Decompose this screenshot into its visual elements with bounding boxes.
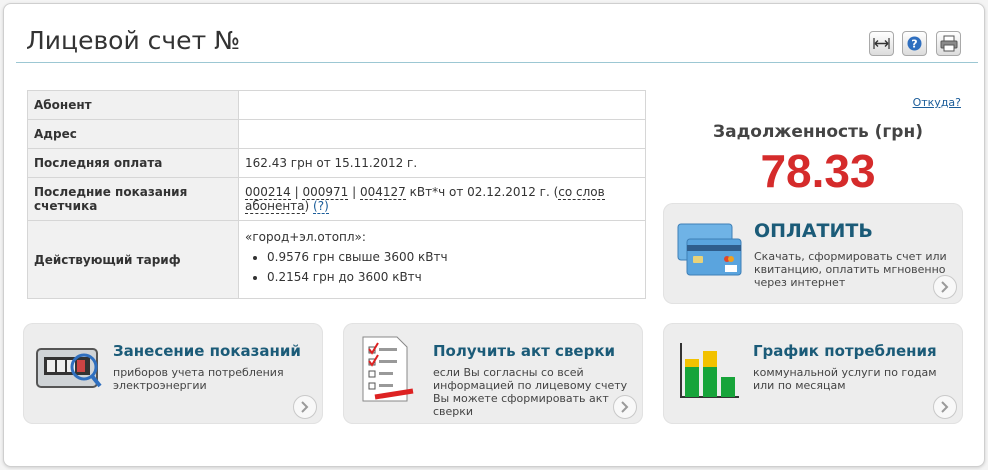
meter-icon [36,348,102,388]
debt-label: Задолженность (грн) [713,122,923,142]
table-row: Последние показания счетчика 000214 | 00… [27,177,646,221]
meter-readings-value: 000214 | 000971 | 004127 кВт*ч от 02.12.… [238,177,646,221]
readings-card-title: Занесение показаний [113,342,301,360]
reading-help-link[interactable]: (?) [313,199,329,214]
print-button[interactable] [936,31,961,56]
account-panel: Лицевой счет № ? Абонент Адрес Последняя… [3,3,985,467]
last-payment-value: 162.43 грн от 15.11.2012 г. [238,148,646,178]
page-title: Лицевой счет № [26,26,241,55]
consumption-chart-card[interactable]: График потребления коммунальной услуги п… [663,323,963,424]
debt-amount: 78.33 [760,145,876,197]
expand-icon [873,38,890,49]
reading-suffix: кВт*ч от 02.12.2012 г. ( [405,185,559,199]
svg-text:?: ? [911,38,917,51]
pay-card-text: Скачать, сформировать счет или квитанцию… [754,250,947,289]
pay-arrow-button[interactable] [933,275,957,299]
chart-arrow-button[interactable] [933,395,957,419]
reading-link-1[interactable]: 000214 [245,185,291,200]
row-label: Абонент [27,90,239,120]
act-arrow-button[interactable] [613,395,637,419]
title-divider [16,62,978,63]
subscriber-value [238,90,646,120]
row-label: Последняя оплата [27,148,239,178]
chart-card-title: График потребления [753,342,937,360]
act-card-title: Получить акт сверки [433,342,616,360]
credit-cards-icon [677,223,742,276]
list-item: 0.9576 грн свыше 3600 кВтч [267,250,639,264]
expand-button[interactable] [869,31,894,56]
tariff-name: «город+эл.отопл»: [245,229,366,244]
chevron-right-icon [301,401,309,413]
account-info-table: Абонент Адрес Последняя оплата 162.43 гр… [27,90,646,299]
document-checklist-icon [362,336,414,402]
readings-arrow-button[interactable] [293,395,317,419]
reading-separator: | [290,185,303,199]
debt-source-link[interactable]: Откуда? [913,96,961,109]
chart-card-text: коммунальной услуги по годам или по меся… [753,366,937,392]
chevron-right-icon [941,401,949,413]
table-row: Последняя оплата 162.43 грн от 15.11.201… [27,148,646,178]
reading-link-2[interactable]: 000971 [302,185,349,200]
table-row: Адрес [27,119,646,149]
row-label: Действующий тариф [27,220,239,299]
row-label: Адрес [27,119,239,149]
tariff-list: 0.9576 грн свыше 3600 кВтч 0.2154 грн до… [245,250,639,284]
tariff-value: «город+эл.отопл»: 0.9576 грн свыше 3600 … [238,220,646,299]
act-card-text: если Вы согласны со всей информацией по … [433,366,628,418]
address-value [238,119,646,149]
list-item: 0.2154 грн до 3600 кВтч [267,270,639,284]
act-card[interactable]: Получить акт сверки если Вы согласны со … [343,323,643,424]
reading-link-3[interactable]: 004127 [359,185,406,200]
reading-close: ) [304,199,310,213]
help-button[interactable]: ? [902,31,927,56]
pay-card-title: ОПЛАТИТЬ [754,220,873,242]
bar-chart-icon [680,343,739,398]
pay-card[interactable]: ОПЛАТИТЬ Скачать, сформировать счет или … [663,203,963,304]
table-row: Абонент [27,90,646,120]
table-row: Действующий тариф «город+эл.отопл»: 0.95… [27,220,646,299]
help-icon: ? [907,36,922,51]
chevron-right-icon [621,401,629,413]
readings-card[interactable]: Занесение показаний приборов учета потре… [23,323,323,424]
readings-card-text: приборов учета потребления электроэнерги… [113,366,284,392]
chevron-right-icon [941,281,949,293]
print-icon [940,35,958,52]
row-label: Последние показания счетчика [27,177,239,221]
reading-separator: | [348,185,360,199]
